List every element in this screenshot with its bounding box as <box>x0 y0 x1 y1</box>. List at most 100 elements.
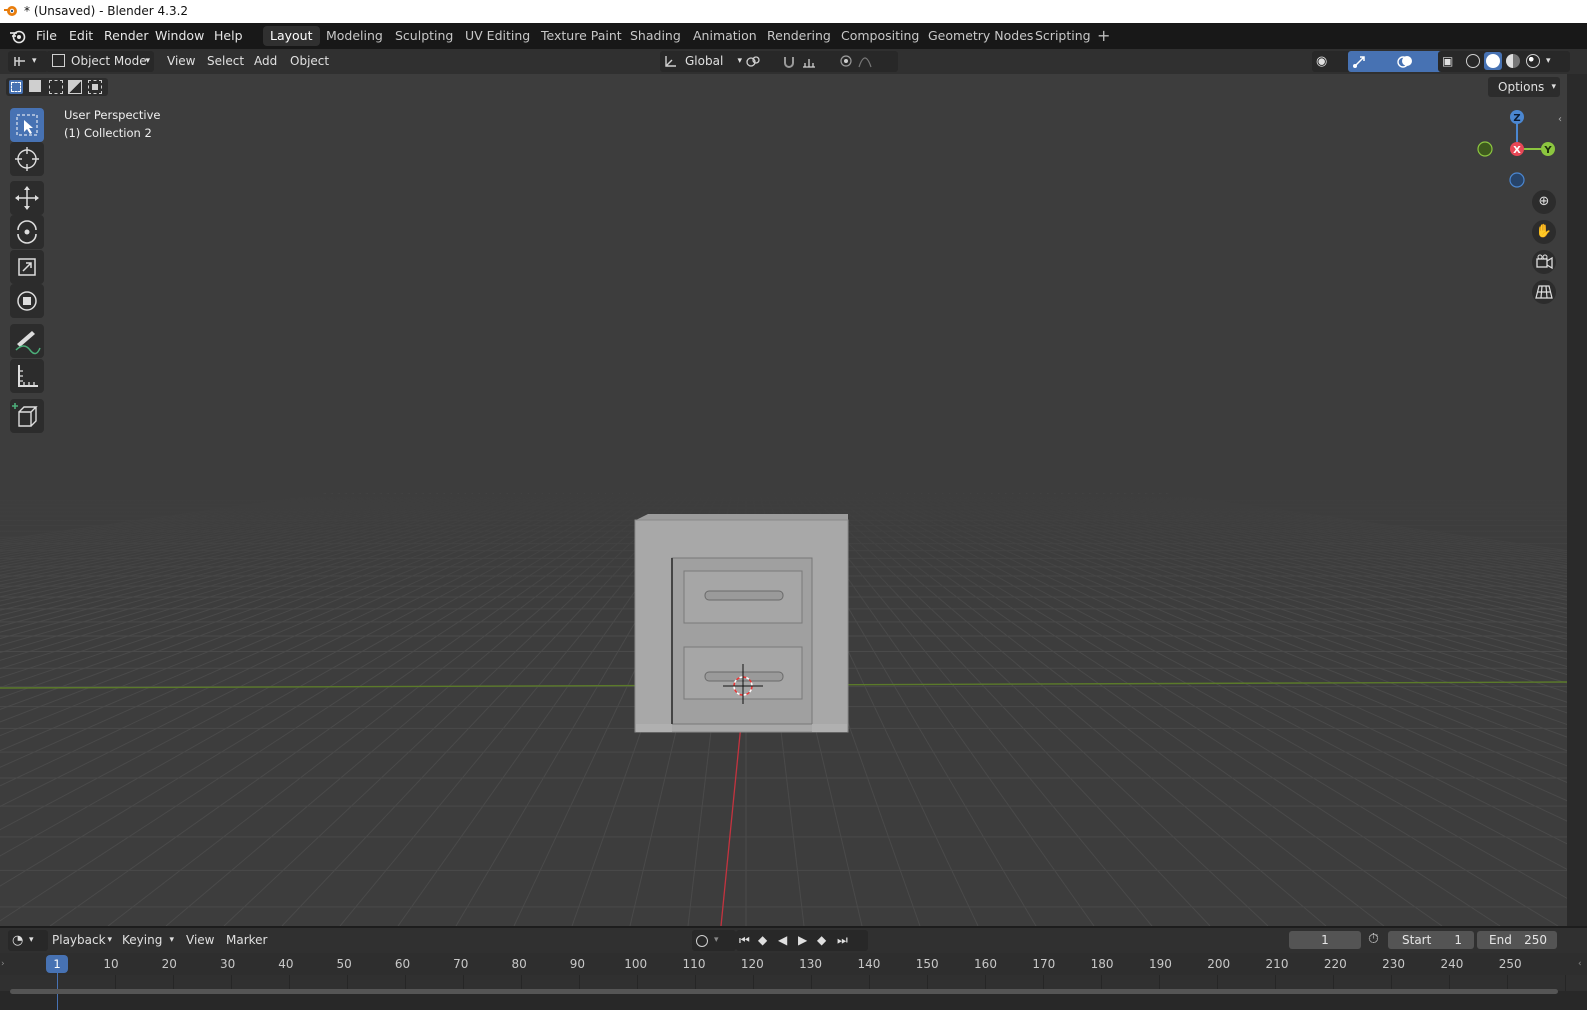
marker-menu[interactable]: Marker <box>226 930 267 951</box>
timeline-editor-type-button[interactable]: ◔ ▾ <box>8 930 48 951</box>
wireframe-shading-icon[interactable] <box>1466 54 1480 68</box>
tab-texture-paint[interactable]: Texture Paint <box>534 26 629 46</box>
options-dropdown[interactable]: Options ▾ <box>1488 77 1560 97</box>
mode-selector[interactable]: Object Mode ▾ <box>46 51 154 72</box>
chevron-down-icon[interactable]: ▾ <box>1546 51 1551 72</box>
jump-start-icon[interactable]: ⏮ <box>739 930 750 951</box>
snap-toggle[interactable] <box>778 51 842 72</box>
scale-tool[interactable] <box>10 250 44 284</box>
current-frame-field[interactable]: 1 <box>1289 931 1361 949</box>
solid-shading-button[interactable] <box>1484 52 1502 70</box>
tab-layout[interactable]: Layout <box>263 26 320 46</box>
timeline-header: ◔ ▾ Playback ▾ Keying ▾ View Marker ▾ ⏮ ◆ … <box>0 928 1587 953</box>
timeline-view-menu[interactable]: View <box>186 930 214 951</box>
add-cube-icon <box>12 403 38 427</box>
editor-type-button[interactable]: ▾ <box>8 51 48 72</box>
frame-tick-label: 120 <box>740 957 764 971</box>
playback-menu[interactable]: Playback ▾ <box>46 930 112 951</box>
proportional-editing-toggle[interactable] <box>836 51 898 72</box>
select-subtract-icon[interactable] <box>49 80 63 94</box>
tab-modeling[interactable]: Modeling <box>319 26 390 46</box>
tab-compositing[interactable]: Compositing <box>834 26 926 46</box>
blender-menu-icon[interactable] <box>9 28 27 44</box>
select-new-icon[interactable] <box>9 80 23 94</box>
material-preview-icon[interactable] <box>1506 54 1520 68</box>
select-intersect-icon[interactable] <box>88 80 102 94</box>
scroll-right-icon[interactable]: ‹ <box>1578 959 1582 969</box>
playhead-frame[interactable]: 1 <box>46 955 68 973</box>
select-invert-icon[interactable] <box>68 80 82 94</box>
frame-tick-label: 170 <box>1032 957 1056 971</box>
shading-mode-group: ▾ <box>1462 51 1570 72</box>
tab-scripting[interactable]: Scripting <box>1028 26 1098 46</box>
tab-geometry-nodes[interactable]: Geometry Nodes <box>921 26 1040 46</box>
tab-animation[interactable]: Animation <box>686 26 764 46</box>
proportional-editing-icon <box>840 55 852 67</box>
menu-window[interactable]: Window <box>155 28 204 43</box>
add-workspace-icon[interactable]: + <box>1097 26 1110 45</box>
annotate-tool[interactable] <box>10 324 44 358</box>
tab-uv-editing[interactable]: UV Editing <box>458 26 537 46</box>
overlays-icon <box>1397 56 1412 68</box>
transform-orientation-dropdown[interactable]: Global ▾ <box>660 51 746 72</box>
menu-object[interactable]: Object <box>290 51 329 72</box>
keying-menu[interactable]: Keying ▾ <box>116 930 174 951</box>
tab-rendering[interactable]: Rendering <box>760 26 838 46</box>
menu-add[interactable]: Add <box>254 51 277 72</box>
frame-tick-label: 150 <box>915 957 939 971</box>
frame-tick-label: 110 <box>682 957 706 971</box>
zoom-icon[interactable]: ⊕ <box>1532 190 1556 214</box>
cursor-tool[interactable] <box>10 142 44 176</box>
tab-shading[interactable]: Shading <box>623 26 688 46</box>
select-box-tool[interactable] <box>10 108 44 142</box>
move-tool[interactable] <box>10 181 44 215</box>
auto-keying-toggle[interactable]: ▾ <box>692 930 736 951</box>
ruler-icon <box>18 365 38 387</box>
view-name: User Perspective <box>64 108 161 122</box>
transform-tool[interactable] <box>10 284 44 318</box>
stopwatch-icon[interactable]: ⏱ <box>1368 931 1379 947</box>
sidebar-toggle-icon[interactable]: ‹ <box>1558 114 1562 125</box>
tab-sculpting[interactable]: Sculpting <box>388 26 460 46</box>
timeline-area[interactable]: 10 20 30 40 50 60 70 80 90 100 110 120 130 140 150 160 1… <box>0 953 1587 1010</box>
measure-tool[interactable] <box>10 359 44 393</box>
jump-end-icon[interactable]: ⏭ <box>837 930 848 951</box>
menu-view[interactable]: View <box>167 51 195 72</box>
play-icon[interactable]: ▶ <box>798 930 807 951</box>
play-reverse-icon[interactable]: ◀ <box>778 930 787 951</box>
menu-render[interactable]: Render <box>104 28 149 43</box>
start-value: 1 <box>1454 933 1462 947</box>
rotate-tool[interactable] <box>10 215 44 249</box>
falloff-curve-icon <box>858 57 872 68</box>
menu-help[interactable]: Help <box>214 28 243 43</box>
camera-view-icon[interactable] <box>1532 250 1556 274</box>
chevron-down-icon: ▾ <box>1551 82 1556 92</box>
end-frame-field[interactable]: End 250 <box>1477 931 1557 949</box>
menu-file[interactable]: File <box>36 28 57 43</box>
navigation-gizmo[interactable]: Z Y X <box>1470 106 1564 196</box>
pan-hand-icon[interactable]: ✋ <box>1532 220 1556 244</box>
pencil-icon <box>15 331 41 355</box>
3d-viewport[interactable]: User Perspective (1) Collection 2 Option… <box>0 74 1567 926</box>
frame-tick-label: 200 <box>1207 957 1231 971</box>
select-mode-group <box>6 78 108 96</box>
object-mode-icon <box>52 54 65 67</box>
add-cube-tool[interactable] <box>10 399 44 433</box>
frame-tick-label: 250 <box>1498 957 1522 971</box>
cursor-icon <box>15 147 39 171</box>
chevron-down-icon: ▾ <box>714 935 719 945</box>
start-frame-field[interactable]: Start 1 <box>1388 931 1474 949</box>
menu-edit[interactable]: Edit <box>69 28 93 43</box>
menu-select[interactable]: Select <box>207 51 244 72</box>
perspective-toggle-icon[interactable] <box>1532 280 1556 304</box>
jump-keyframe-back-icon[interactable]: ◆ <box>758 930 767 951</box>
select-extend-icon[interactable] <box>29 80 41 92</box>
rendered-shading-icon[interactable] <box>1526 54 1540 68</box>
jump-keyframe-forward-icon[interactable]: ◆ <box>817 930 826 951</box>
scale-icon <box>18 258 36 276</box>
chevron-down-icon: ▾ <box>145 56 150 66</box>
scroll-left-icon[interactable]: › <box>1 959 5 969</box>
editor-type-icon <box>14 57 25 66</box>
chevron-down-icon: ▾ <box>32 56 37 66</box>
timeline-scrollbar[interactable] <box>10 989 1558 994</box>
